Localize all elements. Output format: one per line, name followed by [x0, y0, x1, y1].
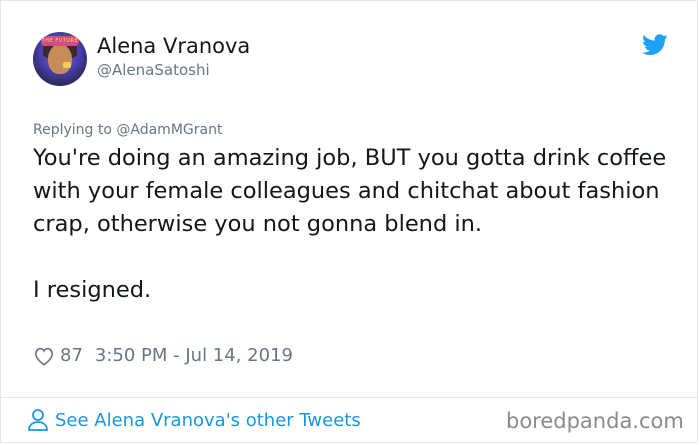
heart-icon[interactable] [33, 346, 55, 366]
twitter-bird-icon[interactable] [642, 34, 668, 56]
tweet-card: THE FUTURE Alena Vranova @AlenaSatoshi R… [0, 0, 699, 443]
user-handle[interactable]: @AlenaSatoshi [97, 61, 210, 79]
like-count: 87 [60, 345, 83, 366]
person-icon [28, 409, 48, 431]
watermark: boredpanda.com [506, 409, 684, 433]
tweet-text: You're doing an amazing job, BUT you got… [33, 145, 667, 303]
avatar-accent [63, 62, 71, 68]
tweet-timestamp[interactable]: 3:50 PM - Jul 14, 2019 [95, 345, 293, 366]
avatar-face [48, 44, 72, 74]
divider [1, 397, 699, 398]
display-name[interactable]: Alena Vranova [97, 34, 250, 58]
see-other-tweets-label[interactable]: See Alena Vranova's other Tweets [55, 410, 361, 431]
see-other-tweets-link[interactable]: See Alena Vranova's other Tweets [27, 408, 361, 432]
avatar[interactable]: THE FUTURE [33, 32, 87, 86]
replying-to[interactable]: Replying to @AdamMGrant [33, 122, 222, 138]
tweet-meta: 87 3:50 PM - Jul 14, 2019 [33, 345, 293, 366]
avatar-band: THE FUTURE [41, 36, 79, 46]
